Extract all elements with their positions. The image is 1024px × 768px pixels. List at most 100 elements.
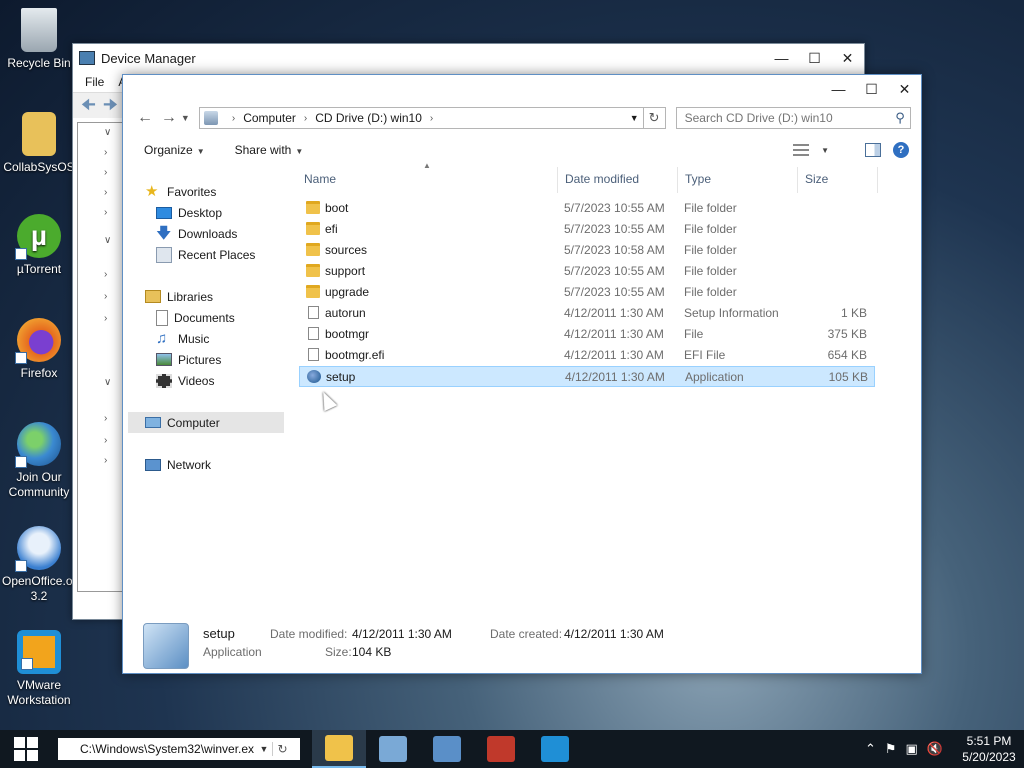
- forward-button[interactable]: →: [157, 106, 181, 130]
- address-toolbar[interactable]: ▼ ↻: [58, 738, 300, 760]
- close-button[interactable]: ✕: [831, 44, 864, 72]
- refresh-icon[interactable]: ↻: [272, 742, 292, 756]
- chevron-right-icon[interactable]: ›: [104, 207, 107, 218]
- desktop-icon-vmware[interactable]: VMware Workstation: [2, 630, 76, 708]
- maximize-button[interactable]: ☐: [855, 75, 888, 103]
- recent-locations-dropdown[interactable]: ▼: [181, 113, 193, 123]
- desktop-icon-recycle-bin[interactable]: Recycle Bin: [2, 8, 76, 71]
- chevron-down-icon[interactable]: ∨: [104, 377, 111, 388]
- chevron-down-icon[interactable]: ∨: [104, 235, 111, 246]
- chevron-right-icon[interactable]: ›: [104, 413, 107, 424]
- chevron-right-icon[interactable]: ›: [104, 187, 107, 198]
- chevron-right-icon[interactable]: ›: [104, 455, 107, 466]
- change-view-icon[interactable]: [793, 144, 810, 156]
- column-header-size[interactable]: Size: [805, 172, 828, 186]
- taskbar-vmware[interactable]: [528, 730, 582, 768]
- column-header-name[interactable]: Name: [304, 172, 336, 186]
- refresh-button[interactable]: ↻: [643, 107, 666, 129]
- column-divider[interactable]: [877, 167, 878, 193]
- organize-button[interactable]: Organize ▼: [144, 143, 205, 157]
- column-header-type[interactable]: Type: [685, 172, 711, 186]
- file-row[interactable]: bootmgr.efi 4/12/2011 1:30 AM EFI File 654 …: [299, 345, 875, 366]
- nav-documents[interactable]: Documents: [156, 307, 235, 328]
- nav-desktop[interactable]: Desktop: [156, 202, 222, 223]
- maximize-button[interactable]: ☐: [798, 44, 831, 72]
- nav-music[interactable]: ♫ Music: [156, 328, 209, 349]
- search-icon[interactable]: ⚲: [890, 110, 910, 126]
- address-bar[interactable]: › Computer › CD Drive (D:) win10 › ▼: [198, 107, 644, 129]
- clock[interactable]: 5:51 PM 5/20/2023: [960, 733, 1018, 765]
- explorer-window[interactable]: — ☐ ✕ ← → ▼ › Computer › CD Drive (D:) w…: [122, 74, 922, 674]
- breadcrumb-computer[interactable]: Computer: [243, 111, 296, 125]
- search-box[interactable]: ⚲: [675, 107, 911, 129]
- file-row[interactable]: upgrade 5/7/2023 10:55 AM File folder: [299, 282, 875, 303]
- taskbar-file-explorer[interactable]: [312, 730, 366, 768]
- network-status-icon[interactable]: ▣: [906, 741, 918, 757]
- chevron-right-icon[interactable]: ›: [104, 269, 107, 280]
- device-manager-titlebar[interactable]: Device Manager — ☐ ✕: [73, 44, 864, 72]
- nav-libraries[interactable]: Libraries: [145, 286, 213, 307]
- file-list[interactable]: ▲ Name Date modified Type Size boot 5/7/2…: [299, 161, 878, 615]
- desktop-icon-firefox[interactable]: Firefox: [2, 318, 76, 381]
- column-divider[interactable]: [677, 167, 678, 193]
- desktop-icon-openoffice[interactable]: OpenOffice.org 3.2: [2, 526, 83, 604]
- forward-arrow-icon[interactable]: 🠊: [103, 97, 119, 114]
- nav-recent-places[interactable]: Recent Places: [156, 244, 255, 265]
- file-row[interactable]: sources 5/7/2023 10:58 AM File folder: [299, 240, 875, 261]
- search-input[interactable]: [684, 111, 890, 125]
- chevron-right-icon[interactable]: ›: [104, 313, 107, 324]
- column-divider[interactable]: [797, 167, 798, 193]
- taskbar-paint[interactable]: [366, 730, 420, 768]
- run-input[interactable]: [80, 742, 256, 756]
- recycle-bin-icon: [21, 8, 57, 52]
- chevron-up-icon[interactable]: ⌃: [865, 741, 876, 757]
- share-with-button[interactable]: Share with ▼: [235, 143, 304, 157]
- chevron-down-icon[interactable]: ▼: [256, 744, 272, 754]
- nav-downloads[interactable]: 🡇 Downloads: [156, 223, 237, 244]
- file-row[interactable]: autorun 4/12/2011 1:30 AM Setup Informatio…: [299, 303, 875, 324]
- back-arrow-icon[interactable]: 🠈: [81, 97, 97, 114]
- minimize-button[interactable]: —: [765, 44, 798, 72]
- help-icon[interactable]: ?: [893, 142, 909, 158]
- file-row[interactable]: setup 4/12/2011 1:30 AM Application 105 KB: [299, 366, 875, 387]
- desktop-icon-utorrent[interactable]: µ µTorrent: [2, 214, 76, 277]
- chevron-right-icon[interactable]: ›: [104, 435, 107, 446]
- nav-videos[interactable]: Videos: [156, 370, 214, 391]
- flag-icon[interactable]: ⚑: [885, 741, 897, 757]
- taskbar-toolbox[interactable]: [474, 730, 528, 768]
- nav-computer[interactable]: Computer: [128, 412, 284, 433]
- breadcrumb-cd-drive[interactable]: CD Drive (D:) win10: [315, 111, 422, 125]
- chevron-right-icon[interactable]: ›: [104, 291, 107, 302]
- openoffice-icon: [15, 526, 61, 572]
- back-button[interactable]: ←: [133, 106, 157, 130]
- chevron-right-icon[interactable]: ›: [104, 167, 107, 178]
- close-button[interactable]: ✕: [888, 75, 921, 103]
- utorrent-icon: µ: [15, 214, 61, 260]
- file-row[interactable]: boot 5/7/2023 10:55 AM File folder: [299, 198, 875, 219]
- column-header-date-modified[interactable]: Date modified: [565, 172, 639, 186]
- nav-network[interactable]: Network: [145, 454, 211, 475]
- chevron-right-icon[interactable]: ›: [104, 147, 107, 158]
- breadcrumb-separator-icon[interactable]: ›: [232, 113, 235, 124]
- desktop-icon-collabsysos[interactable]: CollabSysOS: [2, 112, 76, 175]
- file-row[interactable]: bootmgr 4/12/2011 1:30 AM File 375 KB: [299, 324, 875, 345]
- explorer-titlebar[interactable]: — ☐ ✕: [123, 75, 921, 103]
- nav-favorites[interactable]: ★ Favorites: [145, 181, 216, 202]
- column-divider[interactable]: [557, 167, 558, 193]
- preview-pane-icon[interactable]: [865, 143, 881, 157]
- breadcrumb-separator-icon[interactable]: ›: [304, 113, 307, 124]
- view-options-dropdown-icon[interactable]: ▼: [821, 146, 829, 155]
- file-row[interactable]: support 5/7/2023 10:55 AM File folder: [299, 261, 875, 282]
- start-button[interactable]: [0, 730, 52, 768]
- menu-file[interactable]: File: [85, 75, 104, 89]
- file-row[interactable]: efi 5/7/2023 10:55 AM File folder: [299, 219, 875, 240]
- chevron-down-icon[interactable]: ∨: [104, 127, 111, 138]
- desktop-icon-join-community[interactable]: Join Our Community: [2, 422, 76, 500]
- nav-pictures[interactable]: Pictures: [156, 349, 221, 370]
- device-tree[interactable]: ∨ › › › › ∨ › › › ∨ › › ›: [77, 122, 125, 592]
- address-dropdown-icon[interactable]: ▼: [624, 108, 643, 128]
- taskbar-calculator[interactable]: [420, 730, 474, 768]
- minimize-button[interactable]: —: [822, 75, 855, 103]
- breadcrumb-separator-icon[interactable]: ›: [430, 113, 433, 124]
- speaker-muted-icon[interactable]: 🔇: [927, 741, 943, 757]
